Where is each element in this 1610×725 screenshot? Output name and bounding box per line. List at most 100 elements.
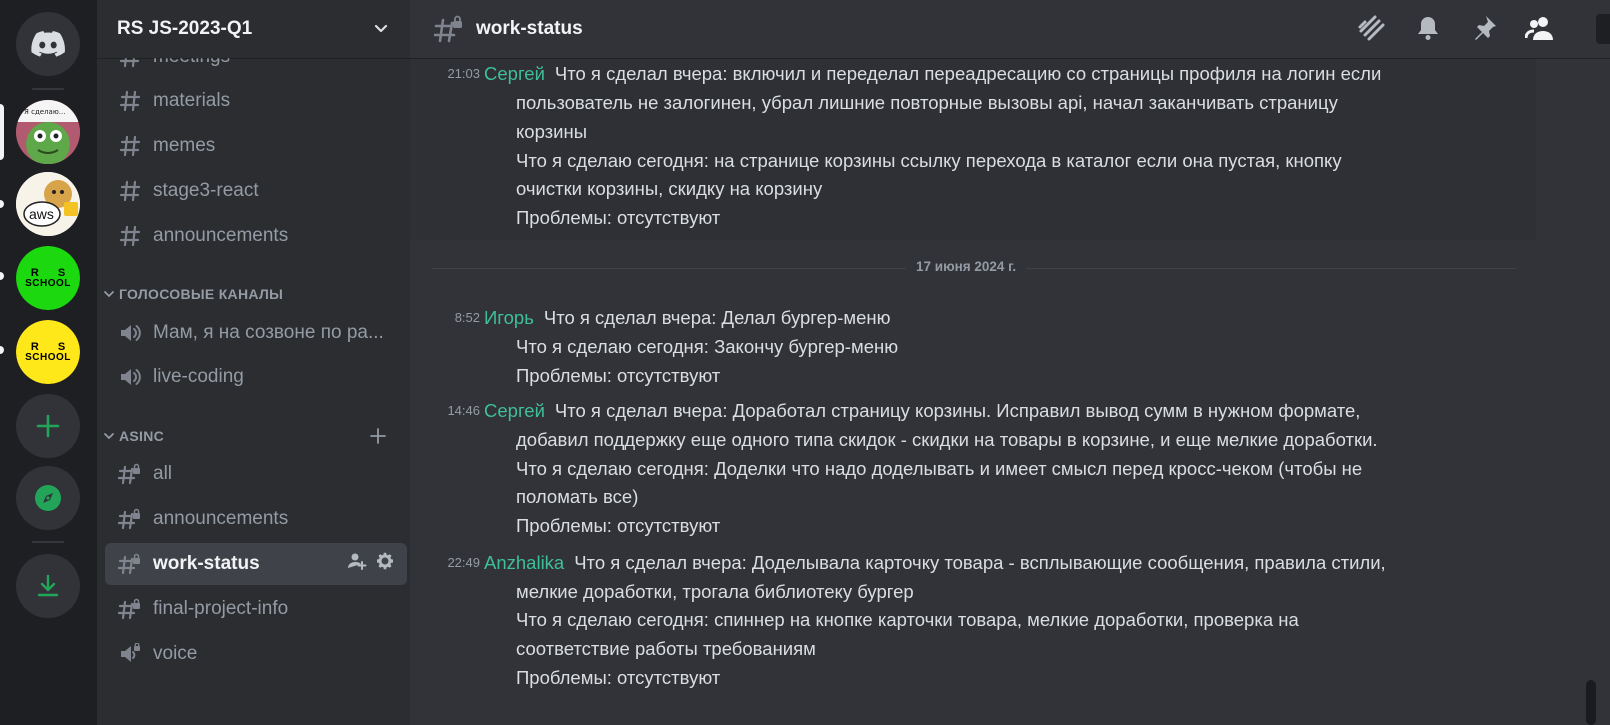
rs-school-logo: R S SCHOOL [16, 246, 80, 310]
explore-servers-button[interactable] [16, 466, 80, 530]
chat-scrollbar[interactable] [1586, 680, 1596, 725]
header-toolbar [1354, 10, 1558, 46]
message-text: Проблемы: отсутствуют [516, 207, 721, 228]
category-asinc[interactable]: ASINC [97, 424, 410, 448]
message-text: корзины [516, 121, 588, 142]
rail-separator [32, 88, 64, 90]
locked-speaker-icon [117, 643, 143, 665]
message-author[interactable]: Сергей [484, 63, 545, 84]
download-apps-button[interactable] [16, 554, 80, 618]
channel-label: Мам, я на созвоне по ра... [153, 322, 384, 343]
message-timestamp: 14:46 [447, 403, 480, 418]
channel-all[interactable]: all [105, 453, 407, 495]
add-channel-icon[interactable] [370, 428, 386, 444]
frog-caption: Я сделаю... [24, 108, 65, 116]
locked-hash-icon [117, 463, 143, 485]
message-text: пользователь не залогинен, убрал лишние … [516, 92, 1338, 113]
message-text: Проблемы: отсутствуют [516, 667, 721, 688]
server-avatar-aws[interactable]: aws [16, 172, 80, 236]
hash-icon [117, 225, 143, 247]
category-voice-channels[interactable]: ГОЛОСОВЫЕ КАНАЛЫ [97, 282, 410, 306]
channel-asinc-announcements[interactable]: announcements [105, 498, 407, 540]
chat-header: work-status [410, 0, 1610, 58]
rs-logo-top: R S [30, 266, 74, 279]
channel-label: final-project-info [153, 598, 289, 619]
message-author[interactable]: Игорь [484, 307, 534, 328]
home-button[interactable] [16, 12, 80, 76]
message-text: поломать все) [516, 486, 639, 507]
add-server-button[interactable] [16, 394, 80, 458]
search-input[interactable] [1596, 14, 1610, 44]
notification-bell-icon[interactable] [1410, 10, 1446, 46]
rs-logo-top: R S [30, 340, 74, 353]
channel-label: announcements [153, 508, 289, 529]
message-text: соответствие работы требованиям [516, 638, 816, 659]
channel-title: work-status [476, 18, 583, 39]
channel-work-status[interactable]: work-status [105, 543, 407, 585]
message-text: Что я сделал вчера: Доделывала карточку … [574, 552, 1386, 573]
unread-dot [0, 200, 4, 208]
speaker-icon [117, 366, 143, 388]
channel-label: materials [153, 90, 231, 111]
chevron-down-icon [103, 288, 115, 300]
hash-icon [117, 135, 143, 157]
message-text: Что я сделаю сегодня: спиннер на кнопке … [516, 609, 1299, 630]
invite-member-icon[interactable] [347, 551, 367, 577]
message-text: Что я сделаю сегодня: на странице корзин… [516, 150, 1342, 171]
message-first-line: Anzhalika Что я сделал вчера: Доделывала … [484, 549, 1386, 577]
channel-label: memes [153, 135, 216, 156]
channel-label: stage3-react [153, 180, 259, 201]
chevron-down-icon [374, 24, 388, 33]
server-avatar-rs-school-yellow[interactable]: R S SCHOOL [16, 320, 80, 384]
voice-channel-mom[interactable]: Мам, я на созвоне по ра... [105, 312, 407, 354]
channel-stage3-react[interactable]: stage3-react [105, 170, 407, 212]
chevron-down-icon [103, 430, 115, 442]
hash-icon [117, 90, 143, 112]
channel-label: voice [153, 643, 198, 664]
rs-logo-bottom: SCHOOL [25, 351, 71, 363]
member-list-icon[interactable] [1522, 10, 1558, 46]
rs-school-logo: R S SCHOOL [16, 320, 80, 384]
server-avatar-rs-school-green[interactable]: R S SCHOOL [16, 246, 80, 310]
locked-hash-icon [117, 553, 143, 575]
aws-avatar-image: aws [16, 172, 80, 236]
frog-avatar-image: Я сделаю... [16, 100, 80, 164]
message-text: Что я сделал вчера: Доработал страницу к… [554, 400, 1361, 421]
category-label: ГОЛОСОВЫЕ КАНАЛЫ [119, 286, 284, 302]
server-avatar-frog[interactable]: Я сделаю... [16, 100, 80, 164]
date-divider-label: 17 июня 2024 г. [906, 259, 1027, 274]
channel-materials[interactable]: materials [105, 80, 407, 122]
message-text: Что я сделаю сегодня: Доделки что надо д… [516, 458, 1363, 479]
channel-label: all [153, 463, 173, 484]
locked-hash-icon [117, 508, 143, 530]
hash-icon [117, 180, 143, 202]
voice-channel-live-coding[interactable]: live-coding [105, 356, 407, 398]
message-first-line: Игорь Что я сделал вчера: Делал бургер-ме… [484, 304, 890, 332]
channel-final-project-info[interactable]: final-project-info [105, 588, 407, 630]
guild-header[interactable]: RS JS-2023-Q1 [97, 0, 410, 58]
message-text: добавил поддержку еще одного типа скидок… [516, 429, 1378, 450]
voice-channel-voice[interactable]: voice [105, 633, 407, 675]
pin-icon[interactable] [1466, 10, 1502, 46]
channel-announcements[interactable]: announcements [105, 215, 407, 257]
unread-dot [0, 272, 4, 280]
message-author[interactable]: Anzhalika [484, 552, 564, 573]
message-timestamp: 22:49 [447, 555, 480, 570]
rail-separator [32, 541, 64, 543]
speaker-icon [117, 322, 143, 344]
channel-memes[interactable]: memes [105, 125, 407, 167]
guild-name: RS JS-2023-Q1 [117, 18, 253, 39]
active-server-indicator [0, 104, 4, 160]
add-server-icon [36, 414, 60, 438]
rs-logo-bottom: SCHOOL [25, 277, 71, 289]
channel-label: announcements [153, 225, 289, 246]
message-first-line: Сергей Что я сделал вчера: включил и пере… [484, 60, 1381, 88]
channel-label: live-coding [153, 366, 244, 387]
gear-icon[interactable] [375, 551, 395, 577]
message-author[interactable]: Сергей [484, 400, 545, 421]
message-text: Что я сделал вчера: включил и переделал … [554, 63, 1382, 84]
download-icon [37, 574, 59, 597]
server-rail: Я сделаю... aws R S SCHOOL R S SCHOOL [0, 0, 97, 725]
threads-icon[interactable] [1354, 10, 1390, 46]
channel-sidebar: RS JS-2023-Q1 meetings materials memes s… [97, 0, 410, 725]
